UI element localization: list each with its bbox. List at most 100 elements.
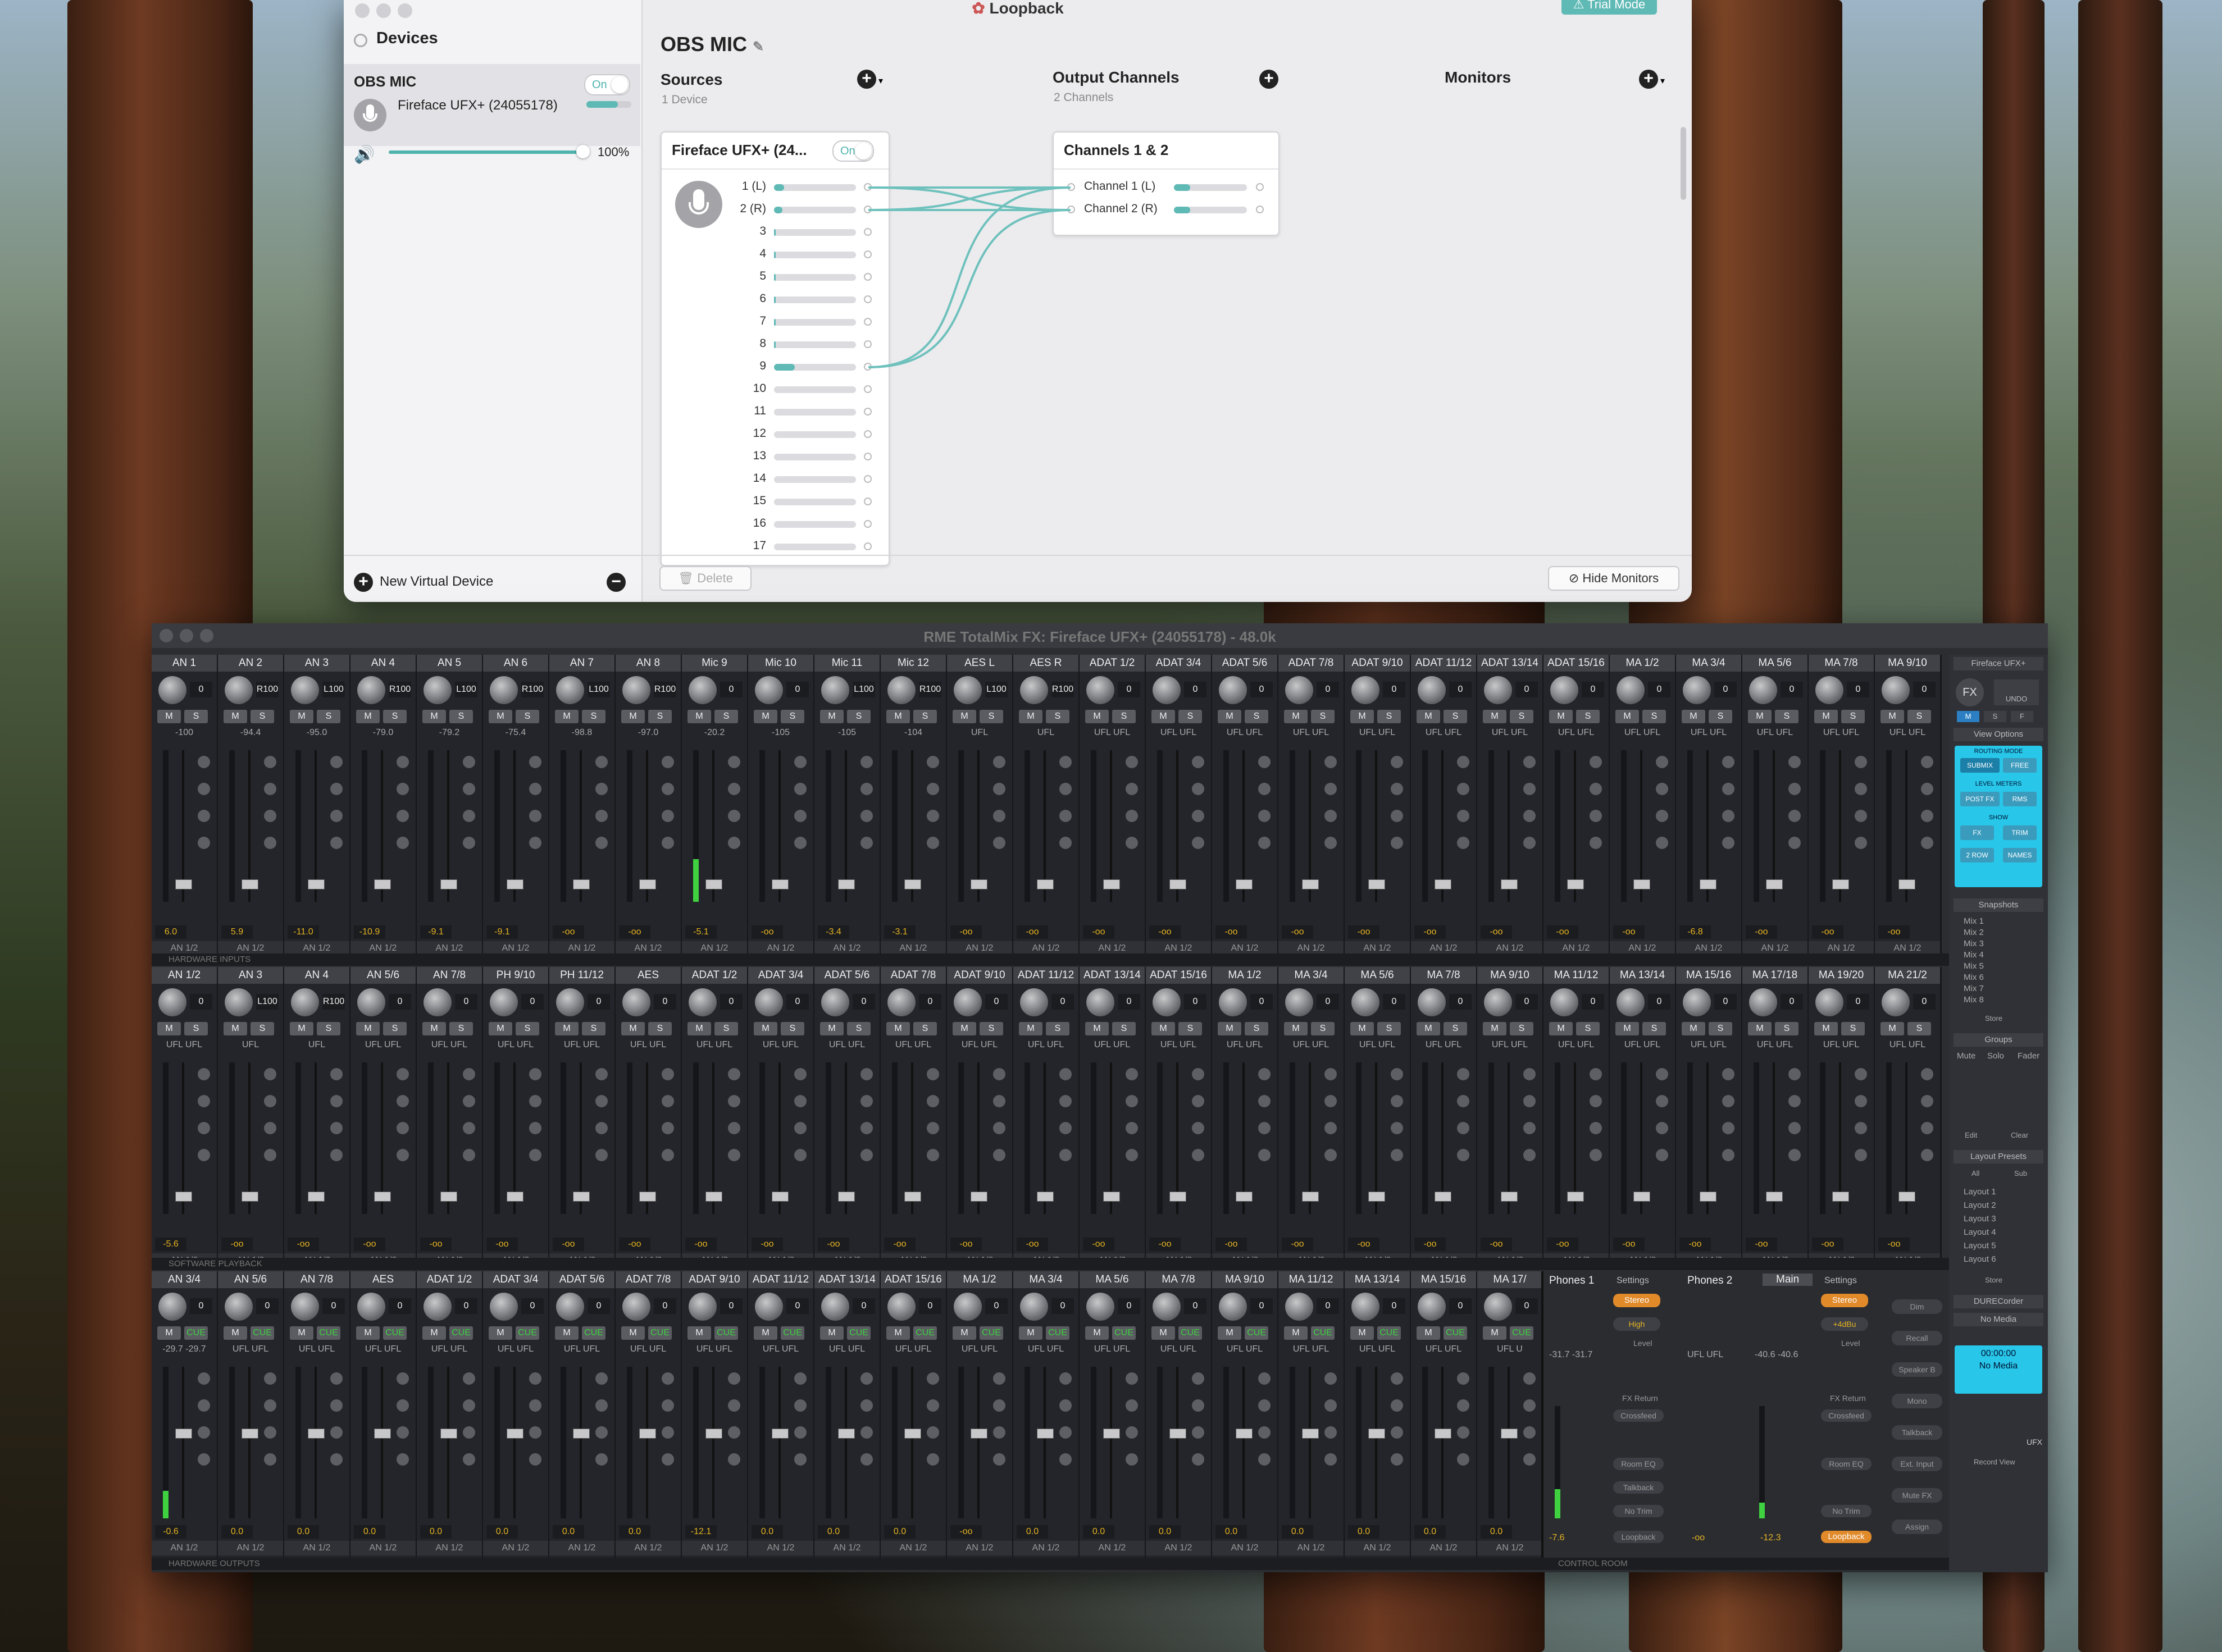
channel-option-button[interactable] <box>1391 837 1403 849</box>
fader-handle[interactable] <box>1103 1192 1120 1202</box>
channel-option-button[interactable] <box>1126 783 1138 795</box>
fader-handle[interactable] <box>308 1192 325 1202</box>
fader-handle[interactable] <box>1832 879 1849 889</box>
channel-option-button[interactable] <box>794 810 807 822</box>
channel-option-button[interactable] <box>1523 1068 1536 1080</box>
channel-option-button[interactable] <box>1788 1095 1801 1107</box>
mute-button[interactable]: M <box>1085 1022 1109 1035</box>
fader-handle[interactable] <box>1501 1429 1518 1439</box>
fader-handle[interactable] <box>573 1192 590 1202</box>
solo-button[interactable]: S <box>1245 1022 1268 1035</box>
channel-option-button[interactable] <box>463 1399 475 1412</box>
mute-button[interactable]: M <box>1814 1022 1838 1035</box>
channel-option-button[interactable] <box>264 810 276 822</box>
channel-option-button[interactable] <box>1590 1068 1602 1080</box>
fader-handle[interactable] <box>705 879 722 889</box>
fader-handle[interactable] <box>1435 1429 1451 1439</box>
control-room-button[interactable]: Recall <box>1892 1331 1942 1345</box>
channel-option-button[interactable] <box>1722 1122 1734 1134</box>
solo-button[interactable]: S <box>317 710 340 723</box>
mute-button[interactable]: M <box>1019 1326 1042 1340</box>
channel-option-button[interactable] <box>1126 1426 1138 1439</box>
channel-option-button[interactable] <box>1457 1068 1469 1080</box>
solo-button[interactable]: S <box>781 710 804 723</box>
channel-option-button[interactable] <box>1590 756 1602 768</box>
room-eq-button-2[interactable]: Room EQ <box>1821 1458 1872 1470</box>
pan-knob[interactable] <box>1550 676 1578 704</box>
channel-option-button[interactable] <box>662 756 674 768</box>
channel-option-button[interactable] <box>927 1149 939 1161</box>
channel-option-button[interactable] <box>330 1122 343 1134</box>
channel-option-button[interactable] <box>1855 810 1867 822</box>
pan-knob[interactable] <box>622 1293 650 1321</box>
channel-option-button[interactable] <box>662 810 674 822</box>
channel-option-button[interactable] <box>993 837 1005 849</box>
mute-button[interactable]: M <box>1615 1022 1639 1035</box>
solo-button[interactable]: S <box>913 710 937 723</box>
fader-handle[interactable] <box>1435 1192 1451 1202</box>
channel-option-button[interactable] <box>1324 1453 1337 1466</box>
channel-option-button[interactable] <box>794 783 807 795</box>
pan-knob[interactable] <box>424 676 452 704</box>
channel-option-button[interactable] <box>860 1372 873 1385</box>
channel-option-button[interactable] <box>264 1095 276 1107</box>
channel-option-button[interactable] <box>264 1399 276 1412</box>
solo-button[interactable]: S <box>1311 710 1335 723</box>
pan-knob[interactable] <box>424 988 452 1016</box>
channel-option-button[interactable] <box>330 1426 343 1439</box>
channel-option-button[interactable] <box>1656 1122 1668 1134</box>
channel-option-button[interactable] <box>1192 1453 1204 1466</box>
mute-button[interactable]: M <box>1085 710 1109 723</box>
channel-option-button[interactable] <box>993 1122 1005 1134</box>
channel-option-button[interactable] <box>1324 1149 1337 1161</box>
mute-button[interactable]: M <box>1880 1022 1904 1035</box>
mute-button[interactable]: M <box>687 1022 711 1035</box>
fader-handle[interactable] <box>1368 1429 1385 1439</box>
pan-knob[interactable] <box>1749 676 1777 704</box>
channel-option-button[interactable] <box>1324 810 1337 822</box>
channel-option-button[interactable] <box>1921 810 1933 822</box>
mute-button[interactable]: M <box>1218 1326 1241 1340</box>
channel-option-button[interactable] <box>728 1372 740 1385</box>
solo-button[interactable]: S <box>1510 710 1533 723</box>
solo-button[interactable]: S <box>1709 1022 1732 1035</box>
fader-handle[interactable] <box>242 1192 258 1202</box>
channel-option-button[interactable] <box>1192 837 1204 849</box>
solo-button[interactable]: S <box>980 1022 1003 1035</box>
channel-option-button[interactable] <box>1722 837 1734 849</box>
fader-handle[interactable] <box>440 1429 457 1439</box>
channel-option-button[interactable] <box>728 1399 740 1412</box>
fader-handle[interactable] <box>374 879 391 889</box>
loopback-button-2[interactable]: Loopback <box>1821 1531 1872 1543</box>
control-room-button[interactable]: Speaker B <box>1892 1362 1942 1377</box>
channel-option-button[interactable] <box>1722 810 1734 822</box>
channel-option-button[interactable] <box>860 783 873 795</box>
fader-handle[interactable] <box>374 1192 391 1202</box>
mute-button[interactable]: M <box>157 710 181 723</box>
channel-option-button[interactable] <box>529 1068 541 1080</box>
fader-handle[interactable] <box>772 1192 789 1202</box>
mute-button[interactable]: M <box>290 1022 313 1035</box>
channel-option-button[interactable] <box>993 1372 1005 1385</box>
close-button[interactable] <box>160 629 173 642</box>
channel-option-button[interactable] <box>198 1399 210 1412</box>
device-select[interactable]: Fireface UFX+ <box>1954 657 2043 670</box>
channel-option-button[interactable] <box>529 810 541 822</box>
solo-button[interactable]: S <box>980 710 1003 723</box>
fader-handle[interactable] <box>1169 879 1186 889</box>
channel-option-button[interactable] <box>1722 1149 1734 1161</box>
channel-option-button[interactable] <box>1391 1453 1403 1466</box>
talkback-button-1[interactable]: Talkback <box>1613 1481 1664 1494</box>
pan-knob[interactable] <box>357 676 385 704</box>
channel-option-button[interactable] <box>198 1095 210 1107</box>
pan-knob[interactable] <box>1285 1293 1313 1321</box>
fader-handle[interactable] <box>904 1429 921 1439</box>
channel-option-button[interactable] <box>264 1068 276 1080</box>
channel-option-button[interactable] <box>1126 1095 1138 1107</box>
channel-option-button[interactable] <box>463 1068 475 1080</box>
channel-option-button[interactable] <box>1722 756 1734 768</box>
channel-option-button[interactable] <box>198 1149 210 1161</box>
mute-button[interactable]: M <box>953 1022 976 1035</box>
channel-option-button[interactable] <box>993 1068 1005 1080</box>
channel-option-button[interactable] <box>1192 1372 1204 1385</box>
